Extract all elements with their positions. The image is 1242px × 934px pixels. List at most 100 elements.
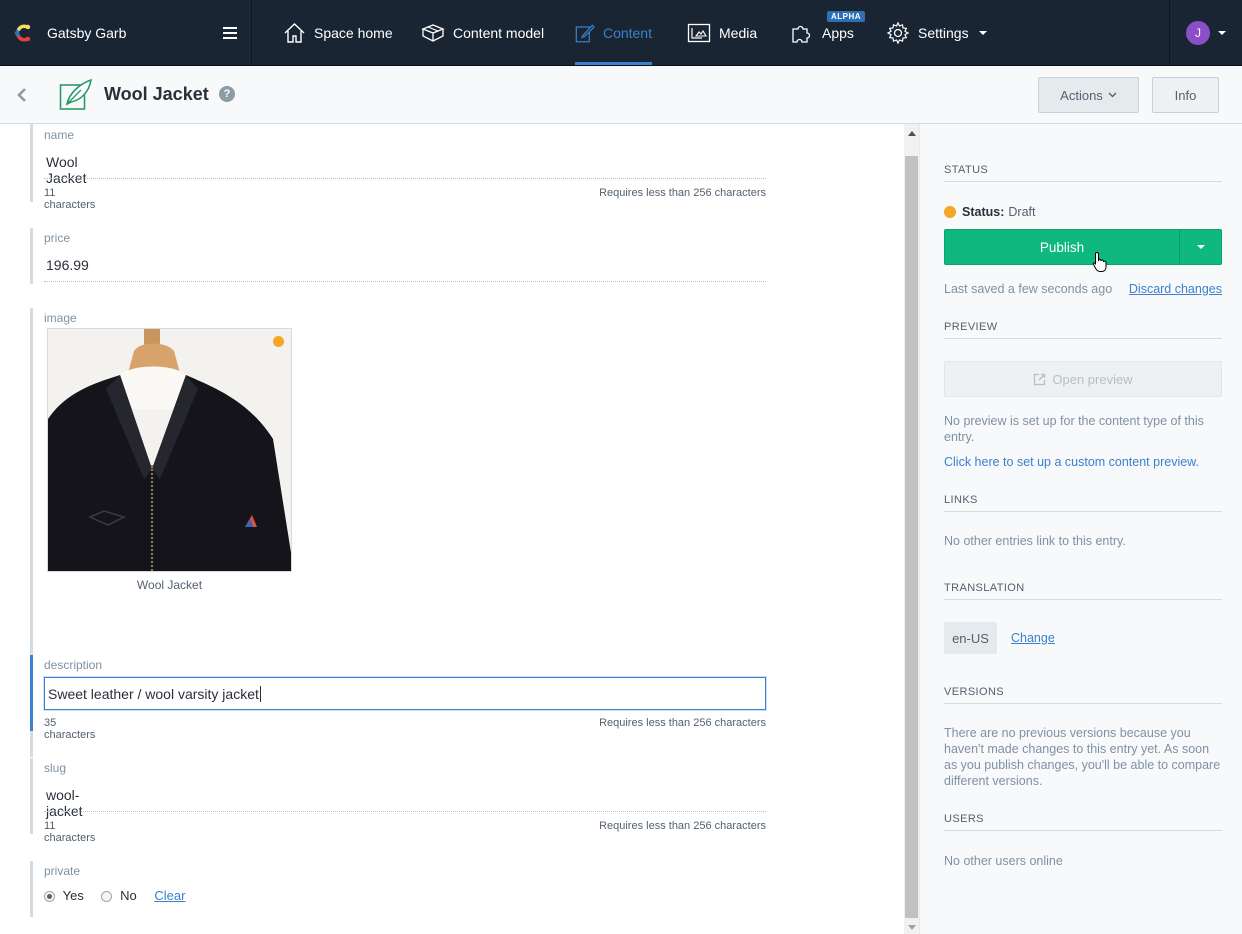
media-icon: [687, 23, 711, 43]
status-dot: [944, 206, 956, 218]
content-model-icon: [421, 24, 445, 42]
gear-icon: [886, 21, 910, 45]
scroll-up-arrow-icon[interactable]: [908, 131, 916, 136]
nav-label: Media: [719, 25, 758, 41]
publish-button-group: Publish: [944, 229, 1222, 265]
editor-scrollbar[interactable]: [904, 124, 919, 934]
field-label: image: [44, 311, 77, 325]
publish-button[interactable]: Publish: [945, 230, 1180, 264]
field-label: private: [44, 864, 81, 878]
space-switcher[interactable]: Gatsby Garb: [0, 0, 252, 66]
field-description: description Sweet leather / wool varsity…: [30, 655, 766, 741]
char-limit: Requires less than 256 characters: [599, 820, 766, 832]
description-input[interactable]: Sweet leather / wool varsity jacket: [44, 677, 766, 710]
avatar: J: [1186, 21, 1210, 45]
radio-no-label: No: [120, 888, 137, 903]
locale-badge: en-US: [944, 622, 997, 654]
nav-label: Settings: [918, 25, 969, 41]
chevron-down-icon: [1218, 31, 1226, 35]
clear-link[interactable]: Clear: [154, 888, 185, 903]
char-limit: Requires less than 256 characters: [599, 717, 766, 729]
field-name: name Wool Jacket 11 characters Requires …: [30, 124, 766, 211]
status-value: Draft: [1008, 205, 1036, 219]
back-button[interactable]: [0, 66, 44, 124]
field-price: price 196.99: [30, 228, 766, 284]
help-icon[interactable]: ?: [219, 86, 235, 102]
external-link-icon: [1034, 373, 1046, 385]
image-caption: Wool Jacket: [136, 578, 203, 592]
name-input[interactable]: Wool Jacket: [46, 154, 86, 186]
image-asset-card[interactable]: [47, 328, 292, 572]
actions-label: Actions: [1060, 87, 1103, 103]
open-preview-label: Open preview: [1052, 371, 1133, 387]
publish-options-button[interactable]: [1180, 230, 1221, 264]
users-heading: USERS: [944, 813, 1222, 831]
field-label: description: [44, 658, 103, 672]
char-count: 11 characters: [44, 187, 96, 211]
nav-label: Apps: [822, 25, 854, 41]
open-preview-button[interactable]: Open preview: [944, 361, 1222, 397]
private-radio-group: Yes No Clear: [44, 888, 185, 903]
nav-settings[interactable]: Settings: [886, 0, 987, 66]
description-value: Sweet leather / wool varsity jacket: [48, 686, 261, 702]
radio-yes[interactable]: [44, 891, 55, 903]
price-input[interactable]: 196.99: [46, 257, 89, 273]
chevron-down-icon: [1108, 92, 1117, 98]
content-icon: [575, 23, 595, 42]
field-underline: [44, 811, 766, 812]
last-saved-text: Last saved a few seconds ago: [944, 282, 1113, 296]
scroll-down-arrow-icon[interactable]: [908, 925, 916, 930]
char-count: 11 characters: [44, 820, 96, 844]
top-navigation: Gatsby Garb Space home Content model Con…: [0, 0, 1242, 66]
slug-input[interactable]: wool-jacket: [46, 787, 83, 819]
nav-label: Content: [602, 25, 652, 41]
entry-icon: [59, 78, 93, 110]
account-menu[interactable]: J: [1169, 0, 1242, 66]
scroll-thumb[interactable]: [905, 156, 918, 918]
jacket-image: [48, 329, 291, 571]
entry-title: Wool Jacket: [104, 84, 209, 104]
contentful-logo-icon: [14, 24, 31, 42]
nav-media[interactable]: Media: [687, 0, 757, 66]
nav-label: Content model: [453, 25, 545, 41]
status-row: Status: Draft: [944, 205, 1035, 219]
links-heading: LINKS: [944, 494, 1222, 512]
entry-sidebar: STATUS Status: Draft Publish Last saved …: [919, 124, 1242, 934]
draft-status-dot: [273, 336, 284, 347]
field-slug: slug wool-jacket 11 characters Requires …: [30, 758, 766, 844]
chevron-down-icon: [1196, 245, 1205, 249]
nav-label: Space home: [314, 25, 393, 41]
field-label: price: [44, 231, 71, 245]
char-count: 35 characters: [44, 717, 96, 741]
field-private: private Yes No Clear: [30, 861, 185, 917]
field-underline: [44, 178, 766, 179]
info-button[interactable]: Info: [1152, 77, 1219, 113]
save-row: Last saved a few seconds ago Discard cha…: [944, 281, 1222, 297]
hamburger-menu-icon[interactable]: [223, 27, 237, 42]
discard-changes-link[interactable]: Discard changes: [1129, 281, 1222, 297]
home-icon: [284, 23, 305, 43]
radio-no[interactable]: [101, 891, 113, 903]
nav-content[interactable]: Content: [575, 0, 652, 66]
versions-heading: VERSIONS: [944, 686, 1222, 704]
nav-apps[interactable]: Apps ALPHA: [790, 0, 866, 66]
nav-space-home[interactable]: Space home: [283, 0, 393, 66]
field-label: slug: [44, 761, 67, 775]
preview-heading: PREVIEW: [944, 321, 1222, 339]
field-label: name: [44, 128, 75, 142]
alpha-badge: ALPHA: [827, 11, 866, 22]
entry-header: Wool Jacket ? Actions Info: [0, 66, 1242, 124]
custom-preview-link[interactable]: Click here to set up a custom content pr…: [944, 454, 1222, 470]
actions-button[interactable]: Actions: [1038, 77, 1139, 113]
versions-text: There are no previous versions because y…: [944, 726, 1221, 788]
nav-content-model[interactable]: Content model: [421, 0, 544, 66]
char-limit: Requires less than 256 characters: [599, 187, 766, 199]
radio-yes-label: Yes: [62, 888, 84, 903]
change-locale-link[interactable]: Change: [1011, 630, 1091, 646]
apps-icon: [792, 25, 811, 43]
translation-heading: TRANSLATION: [944, 582, 1222, 600]
entry-editor: name Wool Jacket 11 characters Requires …: [0, 124, 904, 934]
users-text: No other users online: [944, 854, 1063, 868]
space-name: Gatsby Garb: [47, 25, 127, 41]
mouse-cursor-icon: [1092, 251, 1107, 272]
